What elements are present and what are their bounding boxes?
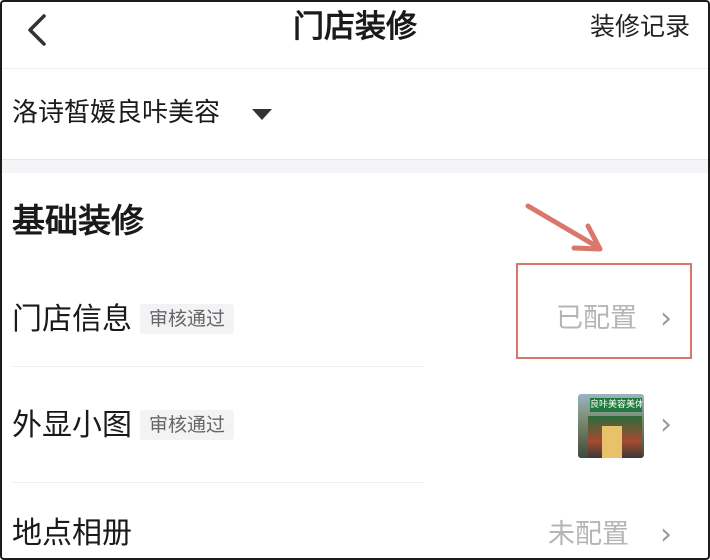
top-nav-bar: 门店装修 装修记录 bbox=[2, 2, 708, 69]
section-separator bbox=[2, 160, 708, 173]
store-selector[interactable]: 洛诗皙媛良咔美容 bbox=[2, 69, 708, 160]
chevron-right-icon: › bbox=[660, 407, 672, 442]
decoration-record-link[interactable]: 装修记录 bbox=[590, 10, 690, 44]
storefront-door bbox=[602, 426, 622, 458]
review-status-badge: 审核通过 bbox=[140, 304, 235, 334]
row-divider bbox=[12, 366, 424, 367]
row-label: 外显小图 bbox=[12, 408, 132, 443]
annotation-arrow-icon bbox=[525, 203, 603, 252]
storefront-sign: 良咔美容美体 bbox=[590, 398, 642, 412]
row-divider bbox=[12, 482, 424, 483]
chevron-right-icon: › bbox=[660, 517, 672, 552]
store-name: 洛诗皙媛良咔美容 bbox=[12, 98, 221, 128]
storefront-thumbnail[interactable]: 良咔美容美体 bbox=[578, 394, 644, 458]
annotation-highlight-box bbox=[516, 263, 692, 359]
location-album-row[interactable]: 地点相册 未配置 › bbox=[2, 510, 708, 558]
config-status: 未配置 bbox=[548, 519, 629, 550]
row-label: 门店信息 bbox=[12, 302, 132, 337]
phone-screen: 门店装修 装修记录 洛诗皙媛良咔美容 基础装修 门店信息 审核通过 已配置 › … bbox=[0, 0, 710, 560]
review-status-badge: 审核通过 bbox=[140, 410, 235, 440]
dropdown-caret-icon bbox=[252, 109, 272, 120]
section-title: 基础装修 bbox=[12, 201, 144, 240]
row-label: 地点相册 bbox=[12, 516, 132, 551]
